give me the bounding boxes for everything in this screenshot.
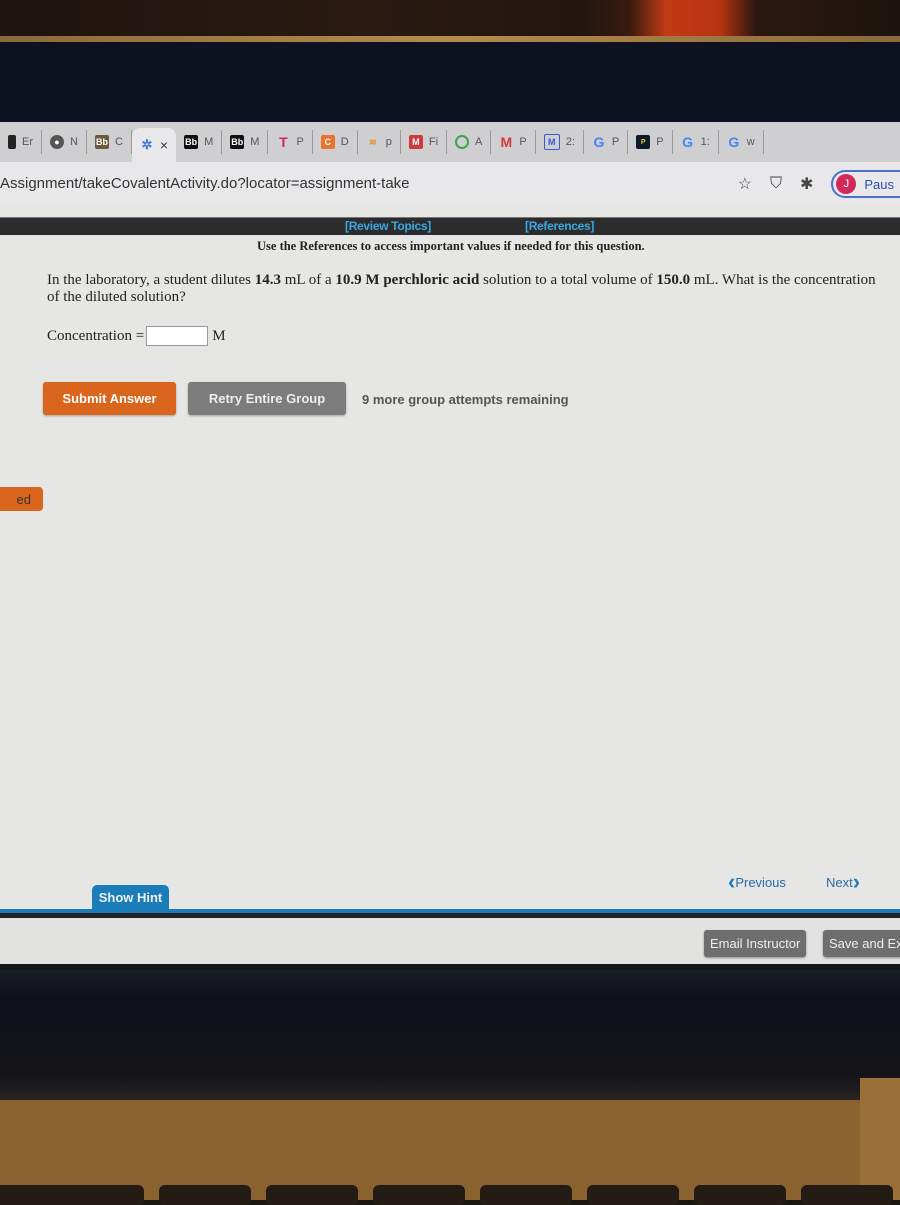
avatar: J xyxy=(836,174,857,194)
extensions-puzzle-icon[interactable]: ✱ xyxy=(800,174,813,194)
next-button[interactable]: Next › xyxy=(826,871,860,893)
browser-tab[interactable]: P P xyxy=(628,130,673,154)
submit-answer-button[interactable]: Submit Answer xyxy=(43,382,176,415)
bb-icon xyxy=(8,135,16,149)
answer-row: Concentration = M xyxy=(47,326,226,346)
browser-tab[interactable]: C D xyxy=(313,130,358,154)
keyboard-key xyxy=(373,1185,465,1205)
profile-button[interactable]: J Paus xyxy=(831,170,900,198)
keyboard-key xyxy=(52,1185,144,1205)
browser-tab[interactable]: G w xyxy=(719,130,764,154)
footer-bar: Email Instructor Save and Ex xyxy=(0,918,900,964)
bb-icon: Bb xyxy=(184,135,199,149)
bookmark-star-icon[interactable]: ☆ xyxy=(738,174,752,194)
browser-toolbar: ☆ ⛉ ✱ J Paus xyxy=(738,170,900,198)
references-bar: [Review Topics] [References] xyxy=(0,217,900,235)
t-logo-icon: T xyxy=(279,134,288,150)
browser-tab[interactable]: ● N xyxy=(42,130,87,154)
concentration-label: Concentration = xyxy=(47,327,145,344)
circle-icon xyxy=(455,135,470,149)
side-tab-button[interactable]: ed xyxy=(0,487,43,511)
browser-tab[interactable]: A xyxy=(447,130,492,154)
loading-spinner-icon: ✲ xyxy=(141,137,153,152)
concentration-input[interactable] xyxy=(146,326,209,346)
browser-tab[interactable]: M P xyxy=(491,130,536,154)
save-and-exit-button[interactable]: Save and Ex xyxy=(823,930,900,957)
chevron-right-icon: › xyxy=(852,869,861,894)
chevron-left-icon: ‹ xyxy=(728,869,736,894)
browser-tab[interactable]: M Fi xyxy=(401,130,448,154)
browser-tab[interactable]: M 2: xyxy=(536,130,584,154)
previous-button[interactable]: ‹ Previous xyxy=(728,871,786,893)
keyboard-key xyxy=(159,1185,251,1205)
close-tab-icon[interactable]: × xyxy=(160,137,168,153)
laptop-bezel xyxy=(0,42,900,122)
google-icon: G xyxy=(728,134,740,150)
google-icon: G xyxy=(682,134,694,150)
keyboard-key xyxy=(801,1185,893,1205)
browser-tab[interactable]: Er xyxy=(0,130,42,154)
pdf-icon: P xyxy=(636,135,651,149)
show-hint-button[interactable]: Show Hint xyxy=(92,885,169,909)
url-text[interactable]: Assignment/takeCovalentActivity.do?locat… xyxy=(0,175,410,192)
browser-tab[interactable]: Bb M xyxy=(222,130,269,154)
browser-tab[interactable]: T P xyxy=(268,130,313,154)
gmail-icon: M xyxy=(500,134,513,150)
email-instructor-button[interactable]: Email Instructor xyxy=(704,930,807,957)
initial-volume: 14.3 xyxy=(254,272,281,288)
references-notice: Use the References to access important v… xyxy=(257,239,645,253)
bb-icon: Bb xyxy=(230,135,245,149)
retry-entire-group-button[interactable]: Retry Entire Group xyxy=(188,382,346,415)
screen: Er ● N Bb C ✲ × Bb M Bb M T P C D ≋ p M … xyxy=(0,122,900,970)
address-bar[interactable]: Assignment/takeCovalentActivity.do?locat… xyxy=(0,162,900,204)
browser-tab[interactable]: G 1: xyxy=(673,130,719,154)
google-icon: G xyxy=(593,134,605,150)
browser-tab[interactable]: G P xyxy=(584,130,629,154)
photo-background xyxy=(0,0,900,36)
c-logo-icon: C xyxy=(320,135,335,149)
keyboard-key xyxy=(694,1185,786,1205)
browser-tab-bar: Er ● N Bb C ✲ × Bb M Bb M T P C D ≋ p M … xyxy=(0,122,900,162)
review-topics-link[interactable]: [Review Topics] xyxy=(345,219,431,233)
stack-icon: ≋ xyxy=(368,136,377,147)
question-text: In the laboratory, a student dilutes 14.… xyxy=(47,272,876,305)
m-logo-icon: M xyxy=(543,134,560,150)
attempts-remaining-text: 9 more group attempts remaining xyxy=(362,392,569,407)
browser-tab[interactable]: Bb M xyxy=(176,130,223,154)
m-logo-icon: M xyxy=(408,135,423,149)
keyboard-key xyxy=(480,1185,572,1205)
molarity-and-acid: 10.9 M perchloric acid xyxy=(335,272,480,288)
references-link[interactable]: [References] xyxy=(525,219,594,233)
shield-extension-icon[interactable]: ⛉ xyxy=(770,175,782,193)
laptop-lower-bezel xyxy=(0,970,900,1102)
laptop-chassis-edge xyxy=(860,1078,900,1200)
unit-label: M xyxy=(212,327,226,344)
bb-icon: Bb xyxy=(94,135,109,149)
browser-tab-active[interactable]: ✲ × xyxy=(131,128,177,162)
profile-status-label: Paus xyxy=(864,176,894,192)
globe-icon: ● xyxy=(50,135,64,149)
browser-tab[interactable]: Bb C xyxy=(87,130,132,154)
browser-tab[interactable]: ≋ p xyxy=(358,130,401,154)
keyboard-key xyxy=(587,1185,679,1205)
keyboard-key xyxy=(266,1185,358,1205)
final-volume: 150.0 xyxy=(656,272,691,288)
